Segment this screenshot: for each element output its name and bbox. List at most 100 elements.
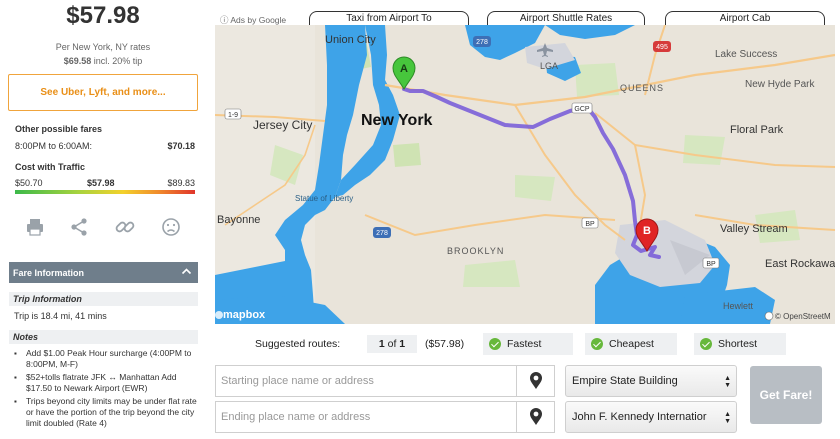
traffic-high: $89.83 xyxy=(167,178,195,188)
tab-airport-shuttle-rates[interactable]: Airport Shuttle Rates xyxy=(487,11,645,26)
route-option-label: Cheapest xyxy=(609,338,654,350)
map-label-new-york: New York xyxy=(361,112,433,129)
suggested-routes: Suggested routes: 1 of 1 ($57.98) Fastes… xyxy=(215,333,835,355)
route-option-shortest[interactable]: Shortest xyxy=(694,333,786,355)
trip-information-header: Trip Information xyxy=(9,292,198,306)
map-label-bayonne: Bayonne xyxy=(217,214,260,226)
route-shield-278-mid: 278 xyxy=(373,227,391,238)
map-info-icon xyxy=(764,311,774,321)
select-arrows-icon: ▲ ▼ xyxy=(724,411,731,425)
map-info-icon xyxy=(215,311,223,319)
map-label-jersey-city: Jersey City xyxy=(253,118,312,132)
traffic-low: $50.70 xyxy=(15,178,43,188)
suggested-routes-label: Suggested routes: xyxy=(255,338,341,350)
page: $57.98 Per New York, NY rates $69.58 inc… xyxy=(0,0,840,439)
trip-text: Trip is 18.4 mi, 41 mins xyxy=(14,311,107,321)
tab-taxi-from-airport[interactable]: Taxi from Airport To xyxy=(309,11,469,26)
map-pin-icon xyxy=(529,408,542,425)
map-label-east-rockaway: East Rockawa xyxy=(765,258,835,270)
marker-b-label: B xyxy=(643,225,651,237)
route-shield-495: 495 xyxy=(653,41,671,52)
notes-header: Notes xyxy=(9,330,198,344)
start-place-select[interactable]: Empire State Building ▲ ▼ xyxy=(565,365,737,397)
traffic-title: Cost with Traffic xyxy=(15,162,86,172)
link-icon[interactable] xyxy=(114,216,136,238)
map-label-hewlett: Hewlett xyxy=(723,301,754,311)
get-fare-button[interactable]: Get Fare! xyxy=(750,366,822,424)
route-option-cheapest[interactable]: Cheapest xyxy=(585,333,677,355)
route-map[interactable]: A B 278 495 GCP 278 BP BP 1-9 Union City… xyxy=(215,25,835,324)
route-shield-gcp: GCP xyxy=(571,102,593,114)
list-item: Trips beyond city limits may be under fl… xyxy=(14,396,200,429)
map-label-brooklyn: BROOKLYN xyxy=(447,246,504,256)
osm-attribution: © OpenStreetM xyxy=(775,312,831,321)
fare-row: 8:00PM to 6:00AM: $70.18 xyxy=(15,141,195,151)
fare-information-toggle[interactable]: Fare Information xyxy=(9,262,198,283)
map-label-lga: LGA xyxy=(540,61,558,71)
svg-text:278: 278 xyxy=(476,39,488,46)
route-shield-bp: BP xyxy=(581,217,599,229)
tip-line: $69.58 incl. 20% tip xyxy=(0,56,206,66)
end-place-value: John F. Kennedy Internatior xyxy=(572,411,707,423)
route-price: ($57.98) xyxy=(425,338,465,350)
mapbox-logo: mapbox xyxy=(223,309,266,321)
frown-icon[interactable] xyxy=(160,216,182,238)
check-circle-icon xyxy=(700,338,712,350)
map-label-new-hyde-park: New Hyde Park xyxy=(745,79,815,90)
route-total: 1 xyxy=(399,338,406,350)
notes-list: Add $1.00 Peak Hour surcharge (4:00PM to… xyxy=(14,348,200,431)
chevron-up-icon xyxy=(181,266,192,279)
marker-a-label: A xyxy=(400,63,408,75)
check-circle-icon xyxy=(591,338,603,350)
route-option-label: Shortest xyxy=(718,338,758,350)
start-location-pin-button[interactable] xyxy=(517,365,555,397)
map-pin-icon xyxy=(529,372,542,389)
action-icons xyxy=(20,216,190,240)
share-icon[interactable] xyxy=(68,216,90,238)
end-place-select[interactable]: John F. Kennedy Internatior ▲ ▼ xyxy=(565,401,737,433)
svg-text:495: 495 xyxy=(656,44,668,51)
route-option-label: Fastest xyxy=(507,338,542,350)
route-pager[interactable]: 1 of 1 xyxy=(367,335,417,353)
svg-text:BP: BP xyxy=(706,261,716,268)
map-label-statue: Statue of Liberty xyxy=(295,194,353,203)
svg-text:GCP: GCP xyxy=(574,106,590,113)
other-fares-title: Other possible fares xyxy=(15,124,103,134)
map-label-valley-stream: Valley Stream xyxy=(720,223,788,235)
tab-airport-cab[interactable]: Airport Cab xyxy=(665,11,825,26)
fare-row-label: 8:00PM to 6:00AM: xyxy=(15,141,93,151)
list-item: $52+tolls flatrate JFK ↔ Manhattan Add $… xyxy=(14,372,200,394)
route-shield-1-9: 1-9 xyxy=(224,108,242,120)
route-current: 1 xyxy=(378,338,385,350)
route-option-fastest[interactable]: Fastest xyxy=(483,333,573,355)
start-address-input[interactable]: Starting place name or address xyxy=(215,365,517,397)
route-of: of xyxy=(387,338,397,350)
see-uber-lyft-button[interactable]: See Uber, Lyft, and more... xyxy=(8,74,198,111)
fare-price: $57.98 xyxy=(66,2,140,29)
check-circle-icon xyxy=(489,338,501,350)
map-label-lake-success: Lake Success xyxy=(715,49,777,60)
fare-information-label: Fare Information xyxy=(13,267,85,278)
svg-text:1-9: 1-9 xyxy=(228,112,238,119)
end-address-input[interactable]: Ending place name or address xyxy=(215,401,517,433)
route-shield-bp-2: BP xyxy=(702,257,720,269)
route-shield-278-top: 278 xyxy=(473,36,491,47)
printer-icon[interactable] xyxy=(24,216,46,238)
tip-amount: $69.58 xyxy=(63,56,92,66)
svg-text:278: 278 xyxy=(376,230,388,237)
fare-sidebar: $57.98 Per New York, NY rates $69.58 inc… xyxy=(0,0,206,439)
tip-suffix: incl. 20% tip xyxy=(93,56,143,66)
map-canvas[interactable]: A B 278 495 GCP 278 BP BP 1-9 Union City… xyxy=(215,25,835,324)
svg-text:BP: BP xyxy=(585,221,595,228)
fare-row-amount: $70.18 xyxy=(167,141,195,151)
traffic-gradient-bar xyxy=(15,190,195,194)
select-arrows-icon: ▲ ▼ xyxy=(724,375,731,389)
start-place-value: Empire State Building xyxy=(572,375,678,387)
map-label-floral-park: Floral Park xyxy=(730,124,784,136)
end-location-pin-button[interactable] xyxy=(517,401,555,433)
rates-line: Per New York, NY rates xyxy=(55,42,151,52)
map-label-union-city: Union City xyxy=(325,34,376,46)
map-label-queens: QUEENS xyxy=(620,83,664,93)
list-item: Add $1.00 Peak Hour surcharge (4:00PM to… xyxy=(14,348,200,370)
traffic-mid: $57.98 xyxy=(87,178,115,188)
